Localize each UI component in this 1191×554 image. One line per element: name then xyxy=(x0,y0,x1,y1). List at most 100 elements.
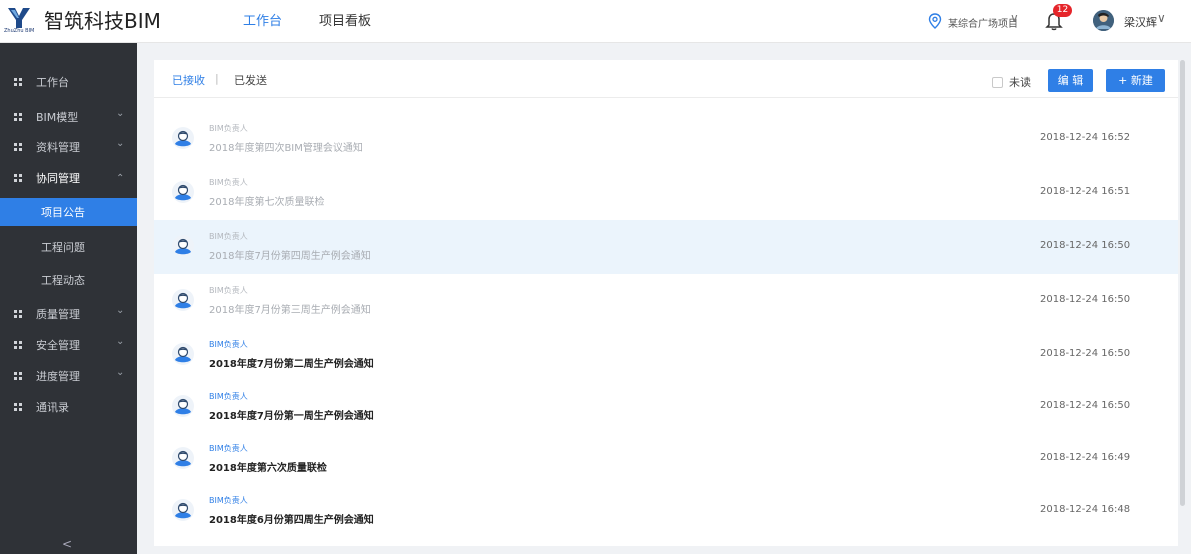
message-tabs: 已接收 | 已发送 未读 编 辑 + 新建 xyxy=(154,60,1178,98)
message-time: 2018-12-24 16:49 xyxy=(1040,452,1131,463)
message-title[interactable]: 2018年度7月份第一周生产例会通知 xyxy=(209,407,374,422)
grid-icon xyxy=(14,143,22,151)
collapse-sidebar-icon[interactable]: < xyxy=(62,537,72,551)
nav-tab-project-board[interactable]: 项目看板 xyxy=(319,13,371,31)
project-selector[interactable]: 某综合广场项目 xyxy=(948,15,1018,30)
message-time: 2018-12-24 16:50 xyxy=(1040,294,1131,305)
message-sender: BIM负责人 xyxy=(209,286,248,295)
brand-name: 智筑科技BIM xyxy=(44,9,161,33)
sidebar-item-safety[interactable]: 安全管理 ⌄ xyxy=(0,331,137,359)
sidebar-item-label: 进度管理 xyxy=(36,370,80,383)
list-item[interactable]: BIM负责人 2018年度7月份第一周生产例会通知 2018-12-24 16:50 xyxy=(154,380,1178,434)
message-sender: BIM负责人 xyxy=(209,232,248,241)
sidebar-item-label: 工作台 xyxy=(36,76,69,89)
sidebar-item-label: 资料管理 xyxy=(36,141,80,154)
message-title[interactable]: 2018年度7月份第三周生产例会通知 xyxy=(209,301,371,316)
chevron-up-icon: ⌃ xyxy=(116,173,125,184)
message-title[interactable]: 2018年度第六次质量联检 xyxy=(209,459,327,474)
chevron-down-icon: ⌄ xyxy=(116,305,125,316)
sidebar-subitem-label: 工程动态 xyxy=(41,274,85,287)
chevron-down-icon: ⌄ xyxy=(116,138,125,149)
tab-sent[interactable]: 已发送 xyxy=(234,72,267,88)
message-sender: BIM负责人 xyxy=(209,392,248,401)
user-avatar-icon xyxy=(172,181,194,203)
sidebar-item-label: 质量管理 xyxy=(36,308,80,321)
message-sender: BIM负责人 xyxy=(209,496,248,505)
message-title[interactable]: 2018年度6月份第四周生产例会通知 xyxy=(209,511,374,526)
message-title[interactable]: 2018年度7月份第二周生产例会通知 xyxy=(209,355,374,370)
message-time: 2018-12-24 16:50 xyxy=(1040,400,1131,411)
sidebar-subitem-issues[interactable]: 工程问题 xyxy=(0,233,137,261)
grid-icon xyxy=(14,372,22,380)
sidebar-item-label: 通讯录 xyxy=(36,401,69,414)
sidebar-item-label: BIM模型 xyxy=(36,111,79,124)
chevron-down-icon: ⌄ xyxy=(116,108,125,119)
sidebar-item-contacts[interactable]: 通讯录 xyxy=(0,393,137,421)
user-avatar-icon xyxy=(172,127,194,149)
notification-badge: 12 xyxy=(1053,4,1072,17)
user-name[interactable]: 梁汉辉 xyxy=(1124,14,1157,30)
list-item[interactable]: BIM负责人 2018年度第四次BIM管理会议通知 2018-12-24 16:52 xyxy=(154,112,1178,166)
list-item[interactable]: BIM负责人 2018年度第七次质量联检 2018-12-24 16:51 xyxy=(154,166,1178,220)
message-title[interactable]: 2018年度7月份第四周生产例会通知 xyxy=(209,247,371,262)
sidebar-subitem-label: 工程问题 xyxy=(41,241,85,254)
nav-tab-workbench[interactable]: 工作台 xyxy=(243,13,282,31)
message-time: 2018-12-24 16:48 xyxy=(1040,504,1131,515)
message-title[interactable]: 2018年度第四次BIM管理会议通知 xyxy=(209,139,363,154)
list-item[interactable]: BIM负责人 2018年度7月份第三周生产例会通知 2018-12-24 16:50 xyxy=(154,274,1178,328)
grid-icon xyxy=(14,113,22,121)
sidebar-item-quality[interactable]: 质量管理 ⌄ xyxy=(0,300,137,328)
message-sender: BIM负责人 xyxy=(209,444,248,453)
scrollbar[interactable] xyxy=(1180,60,1185,506)
sidebar-item-progress[interactable]: 进度管理 ⌄ xyxy=(0,362,137,390)
message-sender: BIM负责人 xyxy=(209,340,248,349)
grid-icon xyxy=(14,78,22,86)
grid-icon xyxy=(14,310,22,318)
message-title[interactable]: 2018年度第七次质量联检 xyxy=(209,193,324,208)
list-item[interactable]: BIM负责人 2018年度第六次质量联检 2018-12-24 16:49 xyxy=(154,432,1178,486)
avatar[interactable] xyxy=(1093,10,1114,31)
location-pin-icon[interactable] xyxy=(928,13,942,29)
user-avatar-icon xyxy=(172,395,194,417)
grid-icon xyxy=(14,174,22,182)
user-avatar-icon xyxy=(172,343,194,365)
announcement-panel: 已接收 | 已发送 未读 编 辑 + 新建 BIM负责人 2018年度第四次BIM… xyxy=(154,60,1178,546)
sidebar: 工作台 BIM模型 ⌄ 资料管理 ⌄ 协同管理 ⌃ 项目公告 工程问题 工程动态… xyxy=(0,43,137,554)
list-item[interactable]: BIM负责人 2018年度7月份第二周生产例会通知 2018-12-24 16:50 xyxy=(154,328,1178,382)
grid-icon xyxy=(14,403,22,411)
grid-icon xyxy=(14,341,22,349)
chevron-down-icon[interactable]: ∨ xyxy=(1010,11,1019,25)
new-button[interactable]: + 新建 xyxy=(1106,69,1165,92)
user-avatar-icon xyxy=(172,447,194,469)
user-avatar-icon xyxy=(172,289,194,311)
chevron-down-icon: ⌄ xyxy=(116,367,125,378)
message-time: 2018-12-24 16:52 xyxy=(1040,132,1131,143)
message-time: 2018-12-24 16:50 xyxy=(1040,240,1131,251)
unread-label[interactable]: 未读 xyxy=(1009,74,1031,90)
sidebar-subitem-updates[interactable]: 工程动态 xyxy=(0,266,137,294)
sidebar-item-label: 协同管理 xyxy=(36,172,80,185)
sidebar-item-bim-model[interactable]: BIM模型 ⌄ xyxy=(0,103,137,131)
chevron-down-icon: ⌄ xyxy=(116,336,125,347)
sidebar-item-documents[interactable]: 资料管理 ⌄ xyxy=(0,133,137,161)
top-bar: ZhuZhu BIM 智筑科技BIM 工作台 项目看板 某综合广场项目 ∨ 12… xyxy=(0,0,1191,43)
tab-received[interactable]: 已接收 xyxy=(172,72,205,88)
message-sender: BIM负责人 xyxy=(209,124,248,133)
message-time: 2018-12-24 16:50 xyxy=(1040,348,1131,359)
sidebar-subitem-announcements[interactable]: 项目公告 xyxy=(0,198,137,226)
list-item[interactable]: BIM负责人 2018年度6月份第四周生产例会通知 2018-12-24 16:48 xyxy=(154,484,1178,538)
user-menu-chevron-icon[interactable]: ∨ xyxy=(1157,11,1166,25)
user-avatar-icon xyxy=(172,499,194,521)
sidebar-item-collaboration[interactable]: 协同管理 ⌃ xyxy=(0,164,137,192)
sidebar-item-workbench[interactable]: 工作台 xyxy=(0,68,137,96)
user-avatar-icon xyxy=(172,235,194,257)
list-item[interactable]: BIM负责人 2018年度7月份第四周生产例会通知 2018-12-24 16:50 xyxy=(154,220,1178,274)
edit-button[interactable]: 编 辑 xyxy=(1048,69,1093,92)
logo-subtext: ZhuZhu BIM xyxy=(4,28,35,34)
unread-checkbox[interactable] xyxy=(992,77,1003,88)
message-time: 2018-12-24 16:51 xyxy=(1040,186,1131,197)
sidebar-subitem-label: 项目公告 xyxy=(41,206,85,219)
sidebar-item-label: 安全管理 xyxy=(36,339,80,352)
message-sender: BIM负责人 xyxy=(209,178,248,187)
tab-separator: | xyxy=(215,72,219,85)
